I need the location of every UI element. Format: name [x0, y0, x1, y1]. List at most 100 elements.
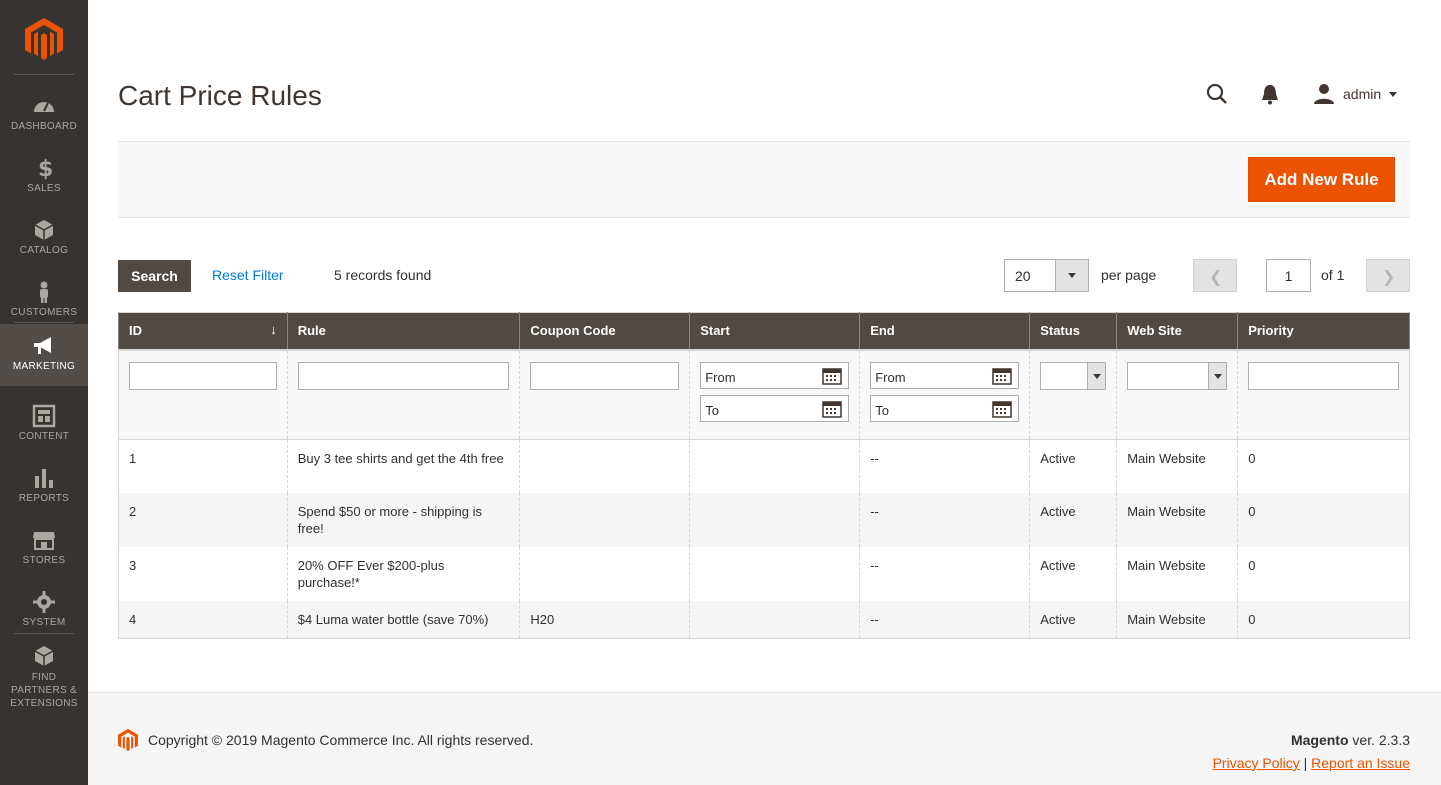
sidebar-item-label: Customers — [10, 307, 78, 318]
cell-priority: 0 — [1237, 547, 1410, 601]
calendar-icon[interactable] — [992, 367, 1012, 385]
sidebar-item-label: Catalog — [19, 245, 69, 256]
table-row[interactable]: 3 20% OFF Ever $200-plus purchase!* -- A… — [118, 547, 1410, 601]
column-header-rule[interactable]: Rule — [286, 312, 521, 350]
previous-page-button[interactable]: ❮ — [1193, 259, 1237, 292]
person-icon — [40, 281, 48, 303]
extensions-icon — [34, 646, 54, 666]
cell-id: 2 — [118, 493, 288, 547]
sidebar-divider — [14, 322, 74, 323]
per-page-select[interactable]: 20 — [1004, 259, 1089, 292]
add-new-rule-button[interactable]: Add New Rule — [1248, 157, 1395, 202]
search-button[interactable]: Search — [118, 260, 191, 292]
per-page-value: 20 — [1015, 268, 1031, 284]
column-header-coupon-code[interactable]: Coupon Code — [519, 312, 691, 350]
cell-priority: 0 — [1237, 439, 1410, 493]
sidebar-item-find-partners[interactable]: Find Partners & Extensions — [0, 642, 88, 709]
cell-rule: 20% OFF Ever $200-plus purchase!* — [286, 547, 520, 601]
sidebar-item-label: Sales — [27, 183, 61, 194]
filter-end-from-input[interactable]: From — [870, 361, 1020, 389]
sidebar-item-dashboard[interactable]: Dashboard — [0, 88, 88, 150]
filter-end-to-input[interactable]: To — [870, 394, 1020, 422]
calendar-icon[interactable] — [822, 400, 842, 418]
search-icon[interactable] — [1205, 82, 1229, 106]
filter-start-to-input[interactable]: To — [700, 394, 850, 422]
per-page-label: per page — [1101, 267, 1157, 283]
records-count: 5 records found — [334, 267, 432, 283]
sidebar-item-marketing[interactable]: Marketing — [0, 324, 88, 386]
cell-priority: 0 — [1237, 493, 1410, 547]
page-total: of 1 — [1321, 267, 1345, 283]
filter-coupon-input[interactable] — [530, 361, 680, 390]
cell-status: Active — [1029, 601, 1117, 639]
cell-end: -- — [859, 601, 1030, 639]
filter-id-input[interactable] — [129, 361, 277, 390]
dashboard-icon — [34, 102, 54, 112]
cell-status: Active — [1029, 547, 1117, 601]
page-footer: Copyright © 2019 Magento Commerce Inc. A… — [88, 692, 1441, 785]
chevron-down-icon — [1389, 91, 1398, 97]
chevron-down-icon[interactable] — [1055, 260, 1088, 291]
table-row[interactable]: 4 $4 Luma water bottle (save 70%) H20 --… — [118, 601, 1410, 639]
magento-logo-icon[interactable] — [25, 18, 63, 60]
box-icon — [34, 220, 54, 240]
cell-coupon-code: H20 — [519, 601, 690, 639]
filter-rule-input[interactable] — [297, 361, 510, 390]
column-header-start[interactable]: Start — [689, 312, 861, 350]
filter-priority-input[interactable] — [1248, 361, 1399, 390]
grid-header-row: ID ↓ Rule Coupon Code Start End Status We… — [118, 312, 1410, 350]
cell-end: -- — [859, 547, 1030, 601]
sidebar-item-catalog[interactable]: Catalog — [0, 212, 88, 274]
sort-arrow-icon: ↓ — [270, 322, 277, 337]
calendar-icon[interactable] — [822, 367, 842, 385]
reset-filter-link[interactable]: Reset Filter — [212, 267, 284, 283]
sidebar-item-label: Reports — [18, 493, 70, 504]
footer-links: Privacy Policy | Report an Issue — [1212, 755, 1410, 771]
bell-icon[interactable] — [1258, 82, 1282, 106]
sidebar-item-label: Find Partners & Extensions — [10, 672, 78, 709]
user-icon — [1314, 84, 1334, 104]
chevron-down-icon[interactable] — [1087, 362, 1106, 389]
user-name: admin — [1343, 86, 1382, 102]
privacy-policy-link[interactable]: Privacy Policy — [1213, 755, 1300, 771]
dollar-icon: $ — [38, 157, 53, 180]
sidebar-item-label: Content — [18, 431, 70, 442]
cell-web-site: Main Website — [1116, 439, 1238, 493]
cell-end: -- — [859, 439, 1030, 493]
cell-coupon-code — [519, 547, 690, 601]
cell-rule: Buy 3 tee shirts and get the 4th free — [286, 439, 520, 493]
cell-id: 3 — [118, 547, 288, 601]
sidebar-item-reports[interactable]: Reports — [0, 460, 88, 522]
cell-coupon-code — [519, 493, 690, 547]
table-row[interactable]: 2 Spend $50 or more - shipping is free! … — [118, 493, 1410, 547]
cell-start — [689, 547, 860, 601]
chevron-left-icon: ❮ — [1209, 269, 1223, 286]
sidebar-divider — [14, 633, 74, 634]
cell-rule: Spend $50 or more - shipping is free! — [286, 493, 520, 547]
sidebar-item-system[interactable]: System — [0, 584, 88, 646]
column-header-status[interactable]: Status — [1029, 312, 1118, 350]
column-header-web-site[interactable]: Web Site — [1116, 312, 1239, 350]
report-issue-link[interactable]: Report an Issue — [1311, 755, 1410, 771]
filter-status-select[interactable] — [1040, 361, 1107, 390]
table-row[interactable]: 1 Buy 3 tee shirts and get the 4th free … — [118, 439, 1410, 493]
sidebar-item-stores[interactable]: Stores — [0, 522, 88, 584]
sidebar-item-content[interactable]: Content — [0, 398, 88, 460]
page-title: Cart Price Rules — [118, 80, 322, 111]
column-header-priority[interactable]: Priority — [1237, 312, 1410, 350]
sidebar-item-sales[interactable]: $ Sales — [0, 150, 88, 212]
column-header-id[interactable]: ID ↓ — [118, 312, 288, 350]
calendar-icon[interactable] — [992, 400, 1012, 418]
filter-start-from-input[interactable]: From — [700, 361, 850, 389]
page-number-input[interactable] — [1266, 259, 1311, 292]
cell-web-site: Main Website — [1116, 601, 1238, 639]
next-page-button[interactable]: ❯ — [1366, 259, 1410, 292]
chevron-down-icon[interactable] — [1208, 362, 1227, 389]
cell-web-site: Main Website — [1116, 547, 1238, 601]
user-menu[interactable]: admin — [1313, 82, 1398, 106]
sidebar-item-label: Stores — [22, 555, 66, 566]
filter-website-select[interactable] — [1127, 361, 1228, 390]
column-header-end[interactable]: End — [859, 312, 1031, 350]
cell-end: -- — [859, 493, 1030, 547]
cell-status: Active — [1029, 493, 1117, 547]
